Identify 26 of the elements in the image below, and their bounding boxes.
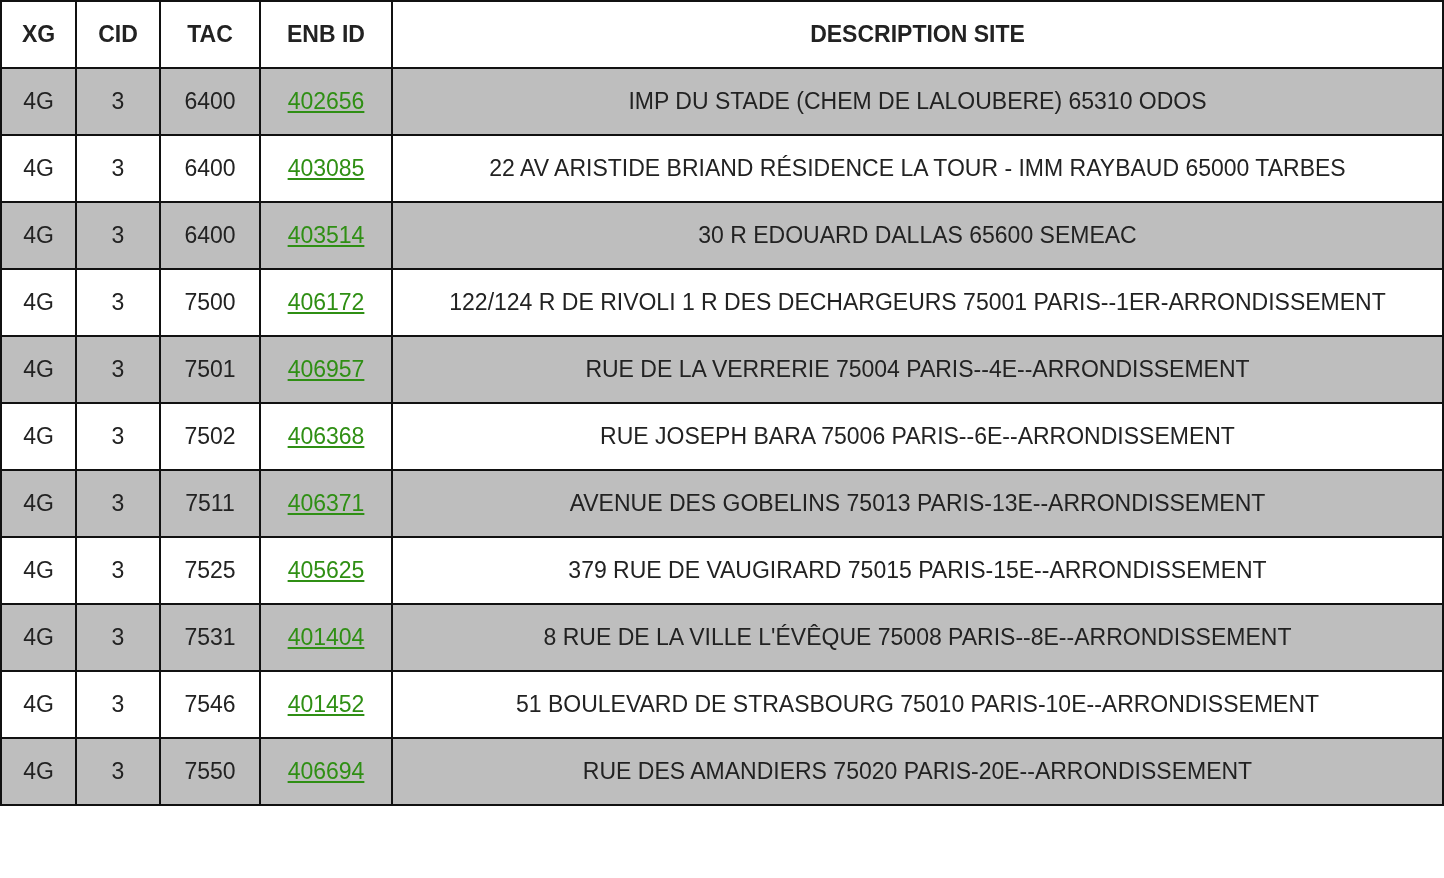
table-cell: 3: [76, 336, 160, 403]
table-cell: 30 R EDOUARD DALLAS 65600 SEMEAC: [392, 202, 1443, 269]
table-cell: 4G: [1, 336, 76, 403]
table-cell: 4G: [1, 68, 76, 135]
table-cell: 7501: [160, 336, 260, 403]
table-cell: 4G: [1, 202, 76, 269]
table-cell: 3: [76, 604, 160, 671]
table-cell: 7511: [160, 470, 260, 537]
column-header: XG: [1, 1, 76, 68]
table-cell: 7550: [160, 738, 260, 805]
table-cell: 4G: [1, 604, 76, 671]
table-cell: AVENUE DES GOBELINS 75013 PARIS-13E--ARRONDISSEMENT: [392, 470, 1443, 537]
table-cell: IMP DU STADE (CHEM DE LALOUBERE) 65310 ODOS: [392, 68, 1443, 135]
table-cell: 3: [76, 68, 160, 135]
table-cell: 4G: [1, 470, 76, 537]
table-cell: 4G: [1, 738, 76, 805]
table-cell: 3: [76, 470, 160, 537]
table-cell: RUE DES AMANDIERS 75020 PARIS-20E--ARRONDISSEMENT: [392, 738, 1443, 805]
table-cell: 6400: [160, 68, 260, 135]
table-cell: 3: [76, 738, 160, 805]
table-cell: 3: [76, 202, 160, 269]
table-cell: 6400: [160, 202, 260, 269]
table-cell: 8 RUE DE LA VILLE L'ÉVÊQUE 75008 PARIS--8E--ARRONDISSEMENT: [392, 604, 1443, 671]
table-cell: 7531: [160, 604, 260, 671]
table-cell: RUE DE LA VERRERIE 75004 PARIS--4E--ARRONDISSEMENT: [392, 336, 1443, 403]
column-header: DESCRIPTION SITE: [392, 1, 1443, 68]
